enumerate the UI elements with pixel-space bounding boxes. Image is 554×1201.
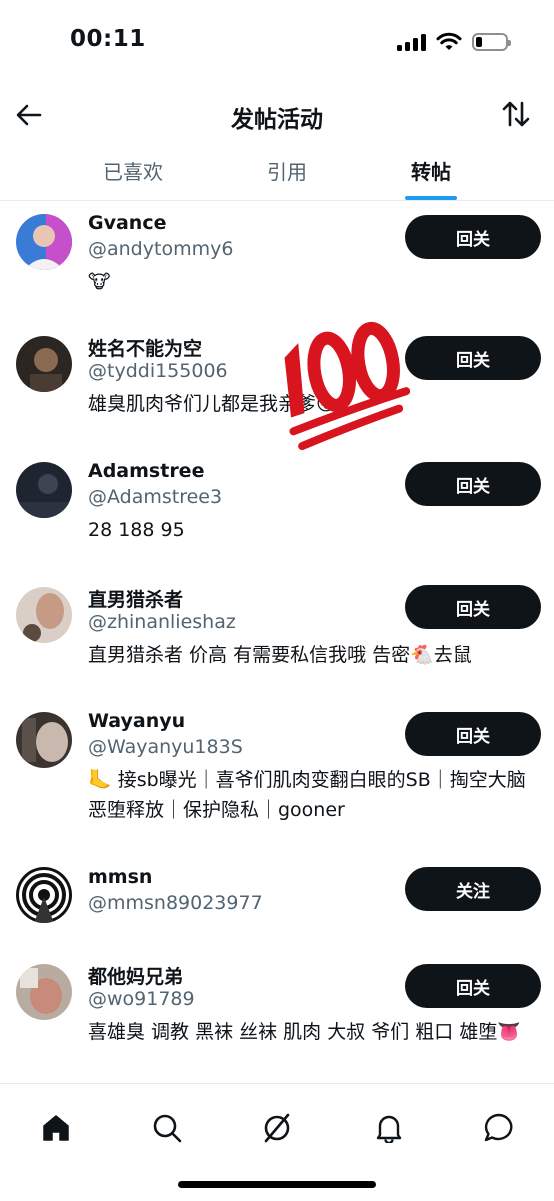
avatar[interactable] [16,964,72,1020]
avatar[interactable] [16,712,72,768]
user-bio: 🐮 [88,271,111,293]
nav-home[interactable] [28,1100,84,1156]
tab-reposts[interactable]: 转帖 [384,146,478,200]
nav-notifications[interactable] [361,1100,417,1156]
status-icons [397,30,511,54]
grok-icon [264,1113,290,1143]
messages-icon [484,1113,513,1142]
avatar[interactable] [16,462,72,518]
user-bio: 直男猎杀者 价高 有需要私信我哦 告密🐔去鼠 [88,644,472,666]
list-item[interactable]: mmsn @mmsn89023977 关注 [0,847,554,949]
search-icon [153,1114,182,1143]
nav-grok[interactable] [249,1100,305,1156]
follow-back-button[interactable]: 回关 [405,585,541,629]
battery-icon [472,33,511,51]
cellular-signal-icon [397,33,426,51]
bell-icon [376,1115,402,1143]
tab-quotes[interactable]: 引用 [236,146,338,200]
home-indicator[interactable] [178,1181,376,1188]
user-name: Wayanyu [88,710,186,732]
user-name: 直男猎杀者 [88,589,184,611]
user-handle: @mmsn89023977 [88,892,263,914]
user-name: 都他妈兄弟 [88,966,184,988]
list-item[interactable]: Adamstree @Adamstree3 28 188 95 回关 [0,443,554,568]
user-handle: @zhinanlieshaz [88,611,236,633]
active-tab-indicator [405,196,457,200]
user-handle: @andytommy6 [88,238,234,260]
user-bio: 28 188 95 [88,519,185,541]
user-bio: 喜雄臭 调教 黑袜 丝袜 肌肉 大叔 爷们 粗口 雄堕👅 [88,1021,521,1043]
nav-messages[interactable] [471,1100,527,1156]
list-item[interactable]: 直男猎杀者 @zhinanlieshaz 直男猎杀者 价高 有需要私信我哦 告密… [0,568,554,694]
nav-search[interactable] [139,1100,195,1156]
wifi-icon [436,32,462,50]
tab-liked[interactable]: 已喜欢 [70,146,196,200]
follow-button[interactable]: 关注 [405,867,541,911]
tab-label: 已喜欢 [103,160,163,184]
user-name: mmsn [88,866,153,888]
avatar[interactable] [16,214,72,270]
user-handle: @tyddi155006 [88,360,228,382]
avatar[interactable] [16,587,72,643]
sort-button[interactable] [496,94,536,134]
list-item[interactable]: Wayanyu @Wayanyu183S 🦶 接sb曝光｜喜爷们肌肉变翻白眼的S… [0,694,554,847]
hundred-points-icon [284,321,410,450]
tab-bar: 已喜欢 引用 转帖 [0,146,554,201]
status-time: 00:11 [70,26,146,52]
user-name: Gvance [88,212,167,234]
follow-back-button[interactable]: 回关 [405,462,541,506]
list-item[interactable]: 都他妈兄弟 @wo91789 喜雄臭 调教 黑袜 丝袜 肌肉 大叔 爷们 粗口 … [0,949,554,1083]
list-item[interactable]: Gvance @andytommy6 🐮 回关 [0,201,554,319]
sort-arrows-icon [502,101,530,127]
header: 发帖活动 [0,84,554,146]
avatar[interactable] [16,867,72,923]
user-name: 姓名不能为空 [88,338,203,360]
follow-back-button[interactable]: 回关 [405,712,541,756]
follow-back-button[interactable]: 回关 [405,215,541,259]
user-name: Adamstree [88,460,205,482]
home-icon [43,1115,69,1141]
tab-label: 转帖 [411,160,451,184]
follow-back-button[interactable]: 回关 [405,964,541,1008]
avatar[interactable] [16,336,72,392]
follow-back-button[interactable]: 回关 [405,336,541,380]
page-title: 发帖活动 [231,107,323,133]
status-bar: 00:11 [0,0,554,84]
user-handle: @Adamstree3 [88,486,223,508]
tab-label: 引用 [267,160,307,184]
user-bio: 🦶 接sb曝光｜喜爷们肌肉变翻白眼的SB｜掏空大脑恶堕释放｜保护隐私｜goone… [88,769,526,821]
user-handle: @wo91789 [88,988,195,1010]
user-handle: @Wayanyu183S [88,736,243,758]
